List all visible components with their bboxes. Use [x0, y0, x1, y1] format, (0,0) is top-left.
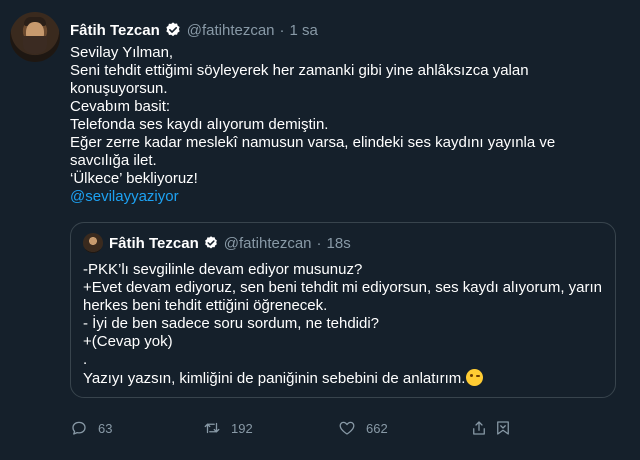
- share-button[interactable]: [470, 418, 518, 438]
- quoted-tweet-card[interactable]: Fâtih Tezcan @fatihtezcan · 18s -PKK’lı …: [70, 222, 616, 398]
- tweet-actions: 63 192 662: [70, 418, 618, 438]
- retweet-button[interactable]: 192: [203, 418, 253, 438]
- quoted-tweet-header: Fâtih Tezcan @fatihtezcan · 18s: [109, 233, 351, 253]
- quoted-last-line: Yazıyı yazsın, kimliğini de paniğinin se…: [83, 369, 603, 388]
- quoted-line: - İyi de ben sadece soru sordum, ne tehd…: [83, 315, 380, 332]
- tweet-timestamp[interactable]: 1 sa: [290, 22, 318, 39]
- share-icon[interactable]: [470, 419, 488, 437]
- quoted-line: -PKK’lı sevgilinle devam ediyor musunuz?: [83, 261, 363, 278]
- retweet-icon: [204, 422, 220, 434]
- tweet-header: Fâtih Tezcan @fatihtezcan · 1 sa: [70, 20, 318, 40]
- like-count: 662: [366, 420, 388, 436]
- verified-badge-icon: [166, 22, 180, 37]
- tweet-line: ‘Ülkece’ bekliyoruz!: [70, 170, 198, 187]
- tweet-text: Sevilay Yılman, Seni tehdit ettiğimi söy…: [70, 44, 618, 206]
- quoted-line: Yazıyı yazsın, kimliğini de paniğinin se…: [83, 370, 466, 387]
- verified-badge-icon: [204, 236, 217, 249]
- winking-face-icon: [466, 369, 484, 386]
- reply-button[interactable]: 63: [70, 418, 112, 438]
- like-button[interactable]: 662: [338, 418, 388, 438]
- tweet-line: Eğer zerre kadar meslekî namusun varsa, …: [70, 134, 560, 169]
- tweet: Fâtih Tezcan @fatihtezcan · 1 sa Sevilay…: [0, 0, 640, 460]
- separator-dot: ·: [279, 21, 285, 39]
- author-name[interactable]: Fâtih Tezcan: [70, 22, 160, 39]
- quoted-author-name: Fâtih Tezcan: [109, 234, 199, 252]
- quoted-tweet-text: -PKK’lı sevgilinle devam ediyor musunuz?…: [83, 261, 603, 388]
- reply-icon: [72, 421, 86, 435]
- reply-count: 63: [98, 420, 113, 436]
- retweet-count: 192: [231, 420, 253, 436]
- quoted-line: +Evet devam ediyoruz, sen beni tehdit mi…: [83, 279, 607, 314]
- quoted-author-avatar: [83, 233, 103, 253]
- author-handle[interactable]: @fatihtezcan: [187, 22, 275, 39]
- quoted-tweet-timestamp: 18s: [326, 234, 351, 252]
- tweet-line: Seni tehdit ettiğimi söyleyerek her zama…: [70, 62, 533, 97]
- quoted-author-handle: @fatihtezcan: [223, 234, 312, 252]
- tweet-line: Sevilay Yılman,: [70, 44, 174, 61]
- author-avatar[interactable]: [10, 12, 60, 62]
- bookmark-icon[interactable]: [494, 419, 512, 437]
- tweet-line: Telefonda ses kaydı alıyorum demiştin.: [70, 116, 329, 133]
- quoted-line: +(Cevap yok): [83, 333, 173, 350]
- tweet-line: Cevabım basit:: [70, 98, 171, 115]
- separator-dot: ·: [316, 234, 322, 252]
- mention-link[interactable]: @sevilayyaziyor: [70, 188, 618, 206]
- quoted-line: .: [83, 351, 88, 368]
- like-icon: [339, 421, 355, 435]
